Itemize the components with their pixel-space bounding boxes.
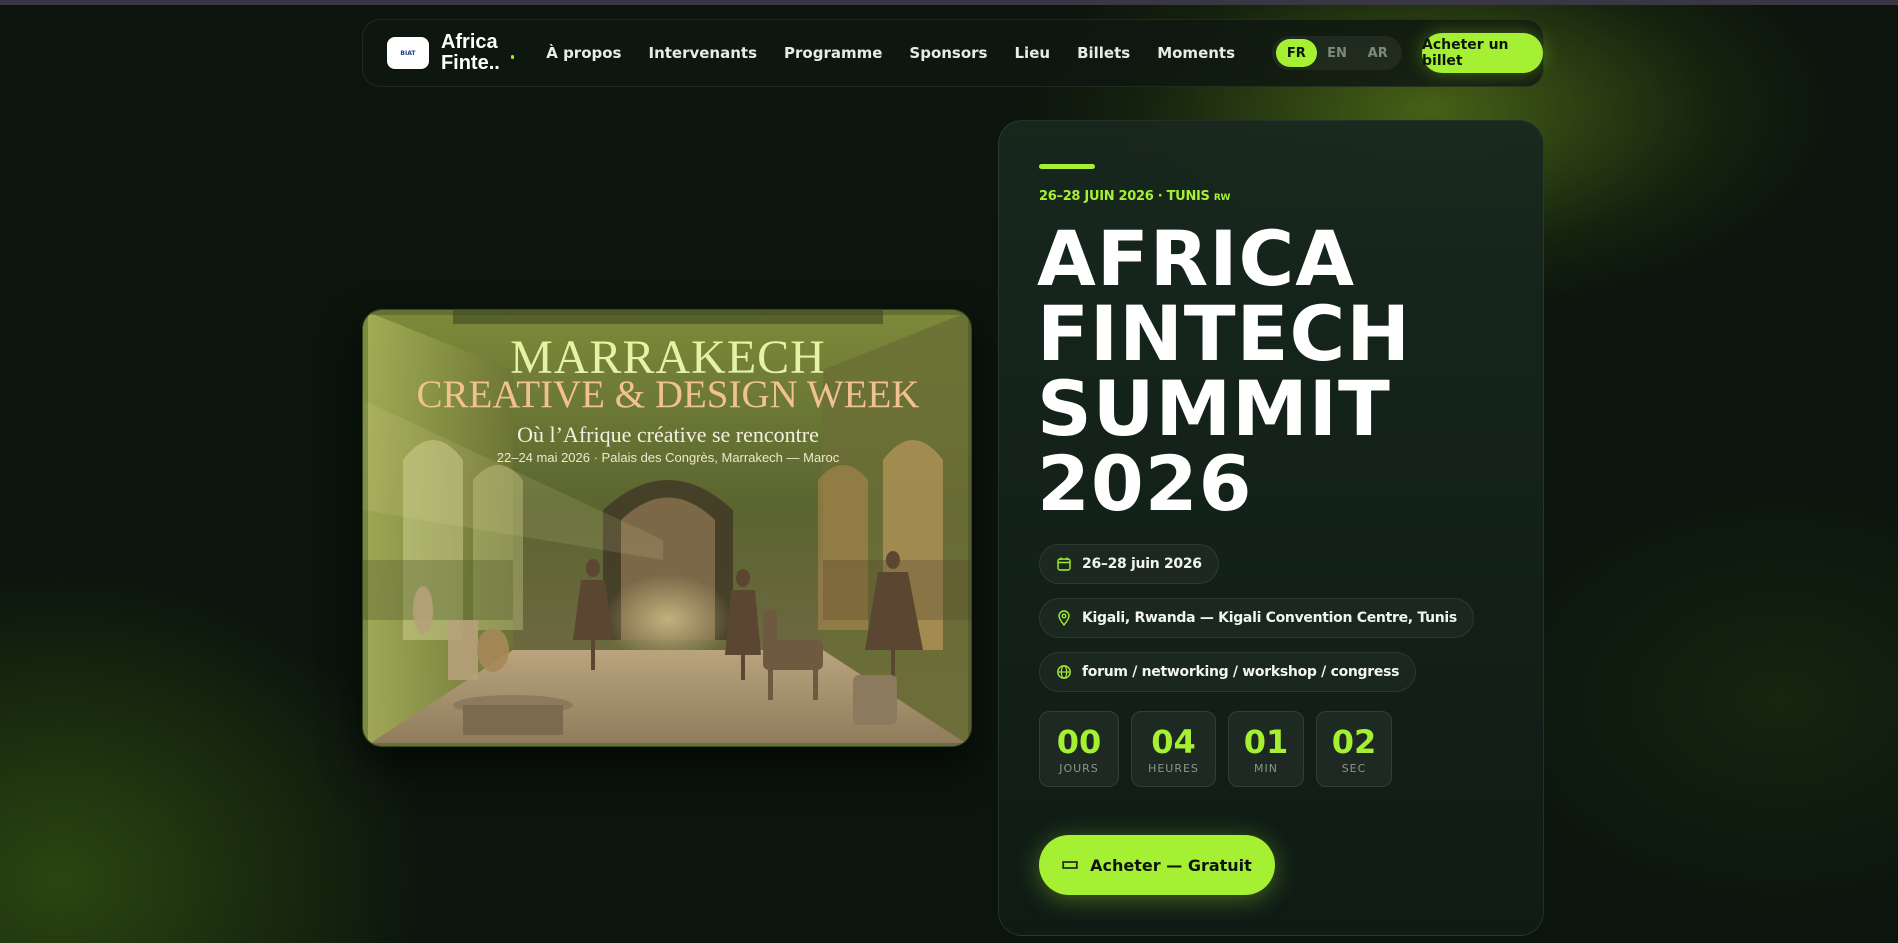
countdown-days: 00 JOURS [1039,711,1119,787]
sponsor-logo[interactable]: BIAT [387,37,429,69]
countdown-seconds-label: SEC [1341,761,1367,775]
event-title-line-4: 2026 [1037,439,1253,528]
countdown-timer: 00 JOURS 04 HEURES 01 MIN 02 SEC [1039,711,1392,787]
buy-ticket-label: Acheter — Gratuit [1090,855,1252,875]
event-card: 26–28 JUIN 2026 · TUNIS RW AFRICA FINTEC… [998,120,1544,936]
countdown-minutes: 01 MIN [1228,711,1304,787]
poster-tagline: Où l’Afrique créative se rencontre [517,422,819,447]
event-formats: forum / networking / workshop / congress [1082,664,1400,680]
nav-link-moments[interactable]: Moments [1157,44,1235,62]
logo-text: BIAT [400,49,416,57]
nav-link-billets[interactable]: Billets [1077,44,1130,62]
language-switcher: FR EN AR [1272,36,1403,70]
countdown-hours: 04 HEURES [1131,711,1216,787]
calendar-icon [1057,557,1071,571]
event-location: Kigali, Rwanda — Kigali Convention Centr… [1082,610,1457,626]
countdown-seconds-value: 02 [1331,722,1377,761]
buy-ticket-nav-button[interactable]: Acheter un billet [1422,33,1543,73]
countdown-hours-value: 04 [1151,722,1196,761]
language-fr-button[interactable]: FR [1276,39,1317,67]
event-formats-pill: forum / networking / workshop / congress [1039,652,1417,692]
event-poster-image: MARRAKECH CREATIVE & DESIGN WEEK Où l’Af… [362,309,972,747]
accent-bar [1039,164,1095,169]
map-pin-icon [1058,610,1070,626]
countdown-minutes-label: MIN [1254,761,1278,775]
event-title: AFRICA FINTECH SUMMIT 2026 [1037,214,1517,528]
event-title-line-1: AFRICA [1037,214,1356,303]
event-date-pill: 26–28 juin 2026 [1039,544,1219,584]
nav-link-lieu[interactable]: Lieu [1015,44,1051,62]
countdown-seconds: 02 SEC [1316,711,1392,787]
nav-link-programme[interactable]: Programme [784,44,882,62]
window-top-border [0,0,1898,5]
language-ar-button[interactable]: AR [1357,39,1398,67]
countdown-minutes-value: 01 [1243,722,1289,761]
event-kicker-code: RW [1213,193,1231,203]
event-location-pill: Kigali, Rwanda — Kigali Convention Centr… [1039,598,1474,638]
event-title-line-3: SUMMIT [1037,364,1391,453]
nav-link-a-propos[interactable]: À propos [546,44,621,62]
countdown-hours-label: HEURES [1148,761,1199,775]
nav-link-sponsors[interactable]: Sponsors [909,44,987,62]
buy-ticket-button[interactable]: Acheter — Gratuit [1039,835,1275,895]
event-kicker: 26–28 JUIN 2026 · TUNIS RW [1039,189,1230,204]
ticket-icon [1062,861,1078,869]
nav-link-intervenants[interactable]: Intervenants [648,44,757,62]
poster-subtitle: CREATIVE & DESIGN WEEK [416,373,920,416]
top-navigation: BIAT Africa Finte... À propos Intervenan… [362,19,1544,87]
poster-info: 22–24 mai 2026 · Palais des Congrès, Mar… [496,450,840,465]
countdown-days-label: JOURS [1059,761,1099,775]
language-en-button[interactable]: EN [1317,39,1358,67]
countdown-days-value: 00 [1056,722,1102,761]
nav-links: À propos Intervenants Programme Sponsors… [546,44,1262,62]
brand-name[interactable]: Africa Finte... [441,32,499,74]
event-date: 26–28 juin 2026 [1082,556,1202,572]
event-kicker-text: 26–28 JUIN 2026 · TUNIS [1039,189,1210,204]
brand-dot [511,55,515,59]
globe-icon [1057,665,1071,679]
event-title-line-2: FINTECH [1037,289,1411,378]
